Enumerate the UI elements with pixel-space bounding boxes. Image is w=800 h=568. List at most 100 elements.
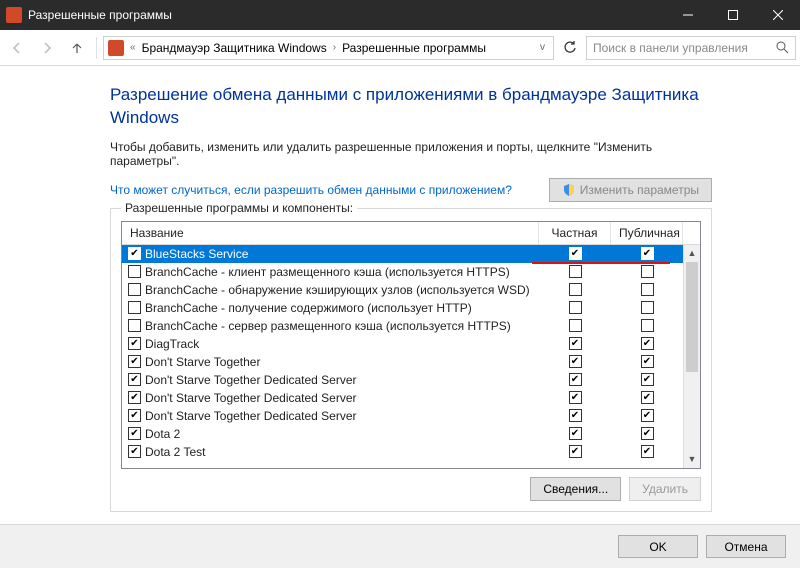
- window-title: Разрешенные программы: [28, 8, 665, 22]
- row-name: Don't Starve Together Dedicated Server: [145, 373, 357, 387]
- checkbox[interactable]: [128, 319, 141, 332]
- checkbox[interactable]: ✔: [128, 427, 141, 440]
- checkbox[interactable]: [128, 283, 141, 296]
- checkbox[interactable]: ✔: [569, 373, 582, 386]
- checkbox[interactable]: ✔: [569, 445, 582, 458]
- checkbox[interactable]: [569, 265, 582, 278]
- cancel-button[interactable]: Отмена: [706, 535, 786, 558]
- maximize-button[interactable]: [710, 0, 755, 30]
- checkbox[interactable]: ✔: [569, 337, 582, 350]
- col-scrollspace: [683, 222, 700, 244]
- app-icon: [6, 7, 22, 23]
- table-row[interactable]: BranchCache - сервер размещенного кэша (…: [122, 317, 683, 335]
- crumb-allowed[interactable]: Разрешенные программы: [342, 41, 486, 55]
- checkbox[interactable]: ✔: [641, 445, 654, 458]
- checkbox[interactable]: ✔: [641, 409, 654, 422]
- details-button[interactable]: Сведения...: [530, 477, 621, 501]
- scroll-up-button[interactable]: ▲: [684, 245, 700, 262]
- table-row[interactable]: ✔ DiagTrack ✔ ✔: [122, 335, 683, 353]
- table-row[interactable]: ✔ Don't Starve Together Dedicated Server ✔…: [122, 371, 683, 389]
- row-name: BranchCache - сервер размещенного кэша (…: [145, 319, 511, 333]
- table-row[interactable]: ✔ Don't Starve Together ✔ ✔: [122, 353, 683, 371]
- checkbox[interactable]: ✔: [128, 373, 141, 386]
- col-name[interactable]: Название: [122, 222, 539, 244]
- scroll-track[interactable]: [684, 262, 700, 451]
- checkbox[interactable]: ✔: [569, 427, 582, 440]
- checkbox[interactable]: [569, 301, 582, 314]
- table-header: Название Частная Публичная: [122, 222, 700, 245]
- checkbox[interactable]: ✔: [128, 409, 141, 422]
- breadcrumb[interactable]: « Брандмауэр Защитника Windows › Разреше…: [103, 36, 554, 60]
- checkbox[interactable]: ✔: [128, 445, 141, 458]
- search-input[interactable]: Поиск в панели управления: [586, 36, 796, 60]
- checkbox[interactable]: ✔: [569, 355, 582, 368]
- chevron-left-icon: «: [126, 42, 140, 53]
- checkbox[interactable]: ✔: [128, 391, 141, 404]
- row-name: Dota 2 Test: [145, 445, 205, 459]
- close-button[interactable]: [755, 0, 800, 30]
- row-name: Dota 2: [145, 427, 180, 441]
- content: Разрешение обмена данными с приложениями…: [0, 66, 800, 528]
- row-name: Don't Starve Together: [145, 355, 260, 369]
- risk-link[interactable]: Что может случиться, если разрешить обме…: [110, 183, 512, 197]
- minimize-button[interactable]: [665, 0, 710, 30]
- col-private[interactable]: Частная: [539, 222, 611, 244]
- firewall-icon: [108, 40, 124, 56]
- page-description: Чтобы добавить, изменить или удалить раз…: [110, 140, 712, 168]
- forward-button[interactable]: [34, 35, 60, 61]
- col-public[interactable]: Публичная: [611, 222, 683, 244]
- table-row[interactable]: ✔ Dota 2 Test ✔ ✔: [122, 443, 683, 461]
- checkbox[interactable]: ✔: [641, 391, 654, 404]
- row-name: BranchCache - обнаружение кэширующих узл…: [145, 283, 530, 297]
- scroll-down-button[interactable]: ▼: [684, 451, 700, 468]
- checkbox[interactable]: [641, 283, 654, 296]
- chevron-down-icon[interactable]: v: [536, 42, 549, 53]
- back-button[interactable]: [4, 35, 30, 61]
- checkbox[interactable]: ✔: [128, 355, 141, 368]
- annotation-line: [532, 262, 670, 264]
- checkbox[interactable]: ✔: [128, 247, 141, 260]
- checkbox[interactable]: ✔: [641, 427, 654, 440]
- up-button[interactable]: [64, 35, 90, 61]
- remove-button[interactable]: Удалить: [629, 477, 701, 501]
- checkbox[interactable]: ✔: [569, 247, 582, 260]
- crumb-firewall[interactable]: Брандмауэр Защитника Windows: [142, 41, 327, 55]
- chevron-right-icon: ›: [329, 42, 340, 53]
- checkbox[interactable]: [569, 283, 582, 296]
- checkbox[interactable]: [128, 301, 141, 314]
- change-params-label: Изменить параметры: [580, 183, 699, 197]
- titlebar: Разрешенные программы: [0, 0, 800, 30]
- checkbox[interactable]: ✔: [641, 247, 654, 260]
- scroll-thumb[interactable]: [686, 262, 698, 372]
- table-body: ✔BlueStacks Service✔✔BranchCache - клиен…: [122, 245, 700, 468]
- refresh-button[interactable]: [558, 36, 582, 60]
- checkbox[interactable]: ✔: [128, 337, 141, 350]
- checkbox[interactable]: [641, 301, 654, 314]
- allowed-apps-group: Разрешенные программы и компоненты: Назв…: [110, 208, 712, 512]
- table-row[interactable]: ✔BlueStacks Service✔✔: [122, 245, 683, 263]
- table-row[interactable]: BranchCache - клиент размещенного кэша (…: [122, 263, 683, 281]
- checkbox[interactable]: ✔: [641, 337, 654, 350]
- page-title: Разрешение обмена данными с приложениями…: [110, 84, 712, 130]
- checkbox[interactable]: [641, 265, 654, 278]
- dialog-buttons: OK Отмена: [0, 524, 800, 568]
- checkbox[interactable]: ✔: [641, 373, 654, 386]
- table-row[interactable]: BranchCache - обнаружение кэширующих узл…: [122, 281, 683, 299]
- checkbox[interactable]: [569, 319, 582, 332]
- table-row[interactable]: ✔Don't Starve Together Dedicated Server✔…: [122, 389, 683, 407]
- checkbox[interactable]: [128, 265, 141, 278]
- search-placeholder: Поиск в панели управления: [593, 41, 776, 55]
- table-row[interactable]: ✔Don't Starve Together Dedicated Server✔…: [122, 407, 683, 425]
- change-params-button[interactable]: Изменить параметры: [549, 178, 712, 202]
- toolbar: « Брандмауэр Защитника Windows › Разреше…: [0, 30, 800, 66]
- scrollbar[interactable]: ▲ ▼: [683, 245, 700, 468]
- checkbox[interactable]: ✔: [569, 391, 582, 404]
- row-name: DiagTrack: [145, 337, 199, 351]
- row-name: BranchCache - клиент размещенного кэша (…: [145, 265, 510, 279]
- checkbox[interactable]: ✔: [569, 409, 582, 422]
- checkbox[interactable]: [641, 319, 654, 332]
- table-row[interactable]: ✔ Dota 2 ✔ ✔: [122, 425, 683, 443]
- ok-button[interactable]: OK: [618, 535, 698, 558]
- checkbox[interactable]: ✔: [641, 355, 654, 368]
- table-row[interactable]: BranchCache - получение содержимого (исп…: [122, 299, 683, 317]
